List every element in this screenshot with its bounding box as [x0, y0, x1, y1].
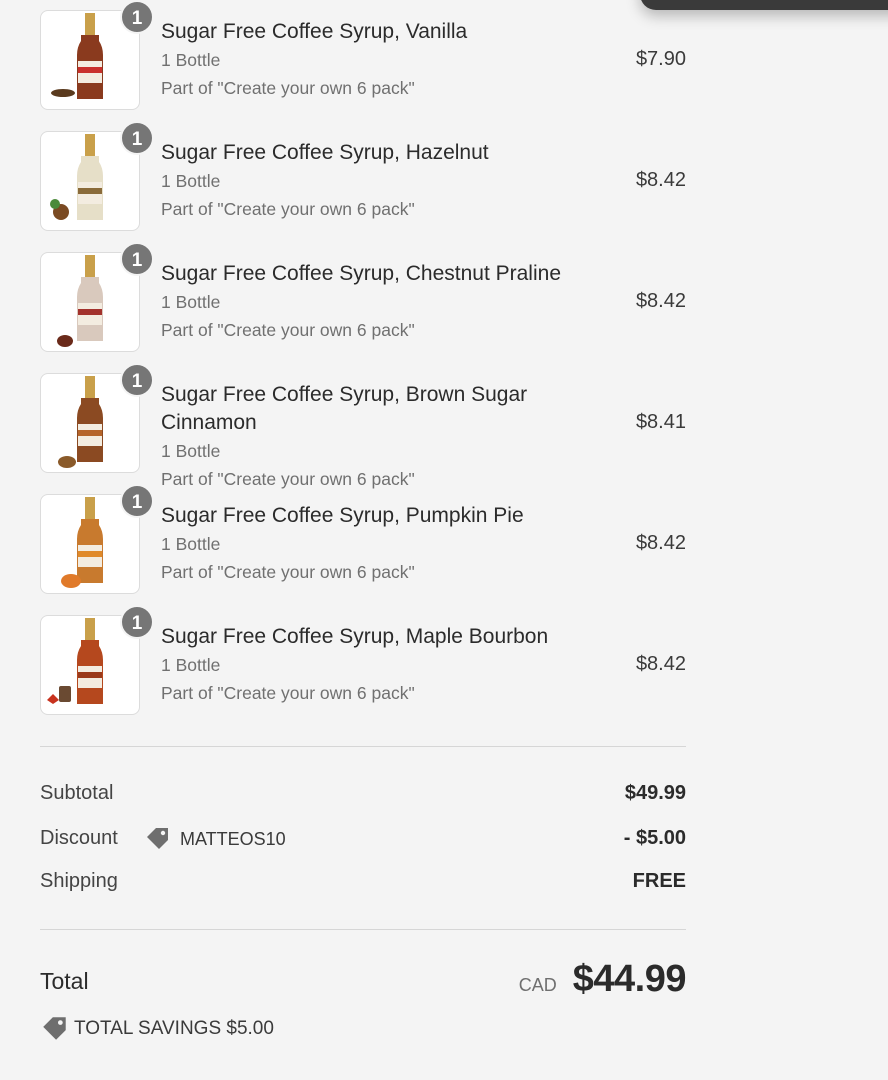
quantity-badge: 1 [120, 0, 154, 34]
line-item: 1 Sugar Free Coffee Syrup, Vanilla 1 Bot… [40, 0, 686, 131]
bundle-note: Part of "Create your own 6 pack" [161, 320, 415, 340]
line-items-list: 1 Sugar Free Coffee Syrup, Vanilla 1 Bot… [40, 0, 686, 736]
discount-code: MATTEOS10 [180, 828, 286, 849]
subtotal-row: Subtotal $49.99 [40, 782, 686, 812]
quantity-badge: 1 [120, 242, 154, 276]
product-name: Sugar Free Coffee Syrup, Chestnut Pralin… [161, 262, 561, 285]
quantity-badge: 1 [120, 484, 154, 518]
product-variant: 1 Bottle [161, 50, 221, 70]
quantity-badge: 1 [120, 363, 154, 397]
item-price: $8.42 [635, 169, 686, 191]
subtotal-value: $49.99 [624, 782, 686, 804]
line-item: 1 Sugar Free Coffee Syrup, Chestnut Pral… [40, 242, 686, 373]
product-variant: 1 Bottle [161, 292, 221, 312]
product-variant: 1 Bottle [161, 655, 221, 675]
bundle-note: Part of "Create your own 6 pack" [161, 469, 415, 489]
subtotal-label: Subtotal [40, 782, 114, 804]
discount-value: - $5.00 [623, 827, 686, 849]
line-item: 1 Sugar Free Coffee Syrup, Hazelnut 1 Bo… [40, 121, 686, 252]
item-price: $8.42 [635, 653, 686, 675]
product-name: Sugar Free Coffee Syrup, Vanilla [161, 20, 468, 43]
bundle-note: Part of "Create your own 6 pack" [161, 562, 415, 582]
product-variant: 1 Bottle [161, 171, 221, 191]
discount-label: Discount [40, 827, 118, 849]
shipping-value: FREE [632, 870, 686, 892]
total-amount: $44.99 [572, 958, 687, 1000]
total-savings-text: TOTAL SAVINGS $5.00 [74, 1018, 274, 1039]
product-name: Sugar Free Coffee Syrup, Pumpkin Pie [161, 504, 524, 527]
product-variant: 1 Bottle [161, 441, 221, 461]
line-item: 1 Sugar Free Coffee Syrup, Pumpkin Pie 1… [40, 484, 686, 615]
line-item: 1 Sugar Free Coffee Syrup, Maple Bourbon… [40, 605, 686, 736]
item-price: $8.41 [635, 411, 686, 433]
total-amount-group: CAD $44.99 [518, 958, 687, 1001]
discount-row: Discount MATTEOS10 - $5.00 [40, 827, 686, 857]
item-price: $8.42 [635, 532, 686, 554]
product-name: Sugar Free Coffee Syrup, Brown Sugar Cin… [161, 383, 528, 434]
bundle-note: Part of "Create your own 6 pack" [161, 199, 415, 219]
summary-divider [40, 746, 686, 747]
quantity-badge: 1 [120, 605, 154, 639]
product-name: Sugar Free Coffee Syrup, Maple Bourbon [161, 625, 549, 648]
currency-code: CAD [518, 975, 557, 995]
overlay-panel-edge [640, 0, 888, 10]
total-savings: TOTAL SAVINGS $5.00 [40, 1014, 274, 1044]
quantity-badge: 1 [120, 121, 154, 155]
shipping-label: Shipping [40, 870, 118, 892]
product-variant: 1 Bottle [161, 534, 221, 554]
line-item: 1 Sugar Free Coffee Syrup, Brown Sugar C… [40, 363, 686, 494]
bundle-note: Part of "Create your own 6 pack" [161, 78, 415, 98]
item-price: $7.90 [635, 48, 686, 70]
total-divider [40, 929, 686, 930]
product-name: Sugar Free Coffee Syrup, Hazelnut [161, 141, 489, 164]
discount-code-tag: MATTEOS10 [144, 825, 286, 853]
bundle-note: Part of "Create your own 6 pack" [161, 683, 415, 703]
shipping-row: Shipping FREE [40, 870, 686, 900]
tag-icon [43, 1017, 66, 1040]
total-label: Total [40, 968, 89, 994]
tag-icon [147, 828, 168, 849]
item-price: $8.42 [635, 290, 686, 312]
